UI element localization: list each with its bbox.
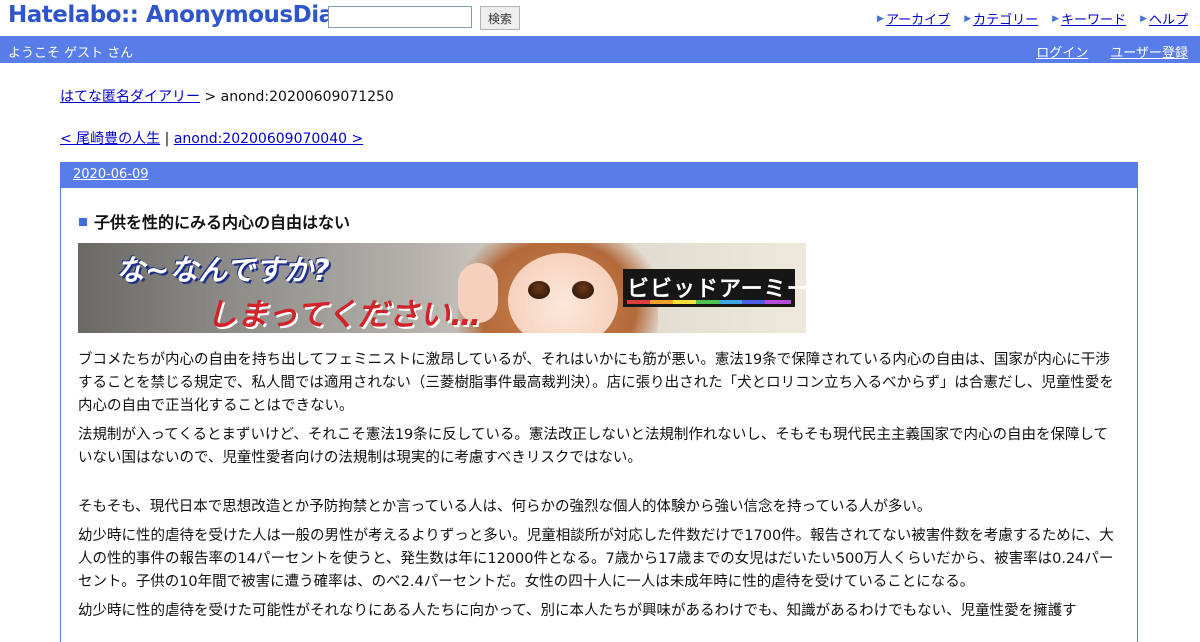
pager-separator: |: [164, 131, 170, 147]
top-header: Hatelabo:: AnonymousDiary 検索 ▶ アーカイブ ▶ カテゴ…: [0, 0, 1200, 36]
nav-archive-link[interactable]: アーカイブ: [886, 9, 950, 28]
banner-ad[interactable]: な~なんですか? しまってください… ビビッドアーミー: [78, 243, 806, 333]
user-bar: ようこそ ゲスト さん ログイン ユーザー登録: [0, 36, 1200, 63]
prev-entry-link[interactable]: < 尾崎豊の人生: [60, 131, 160, 147]
paragraph: ブコメたちが内心の自由を持ち出してフェミニストに激昂しているが、それはいかにも筋…: [78, 352, 1114, 414]
nav-category[interactable]: ▶ カテゴリー: [964, 9, 1038, 28]
user-links: ログイン ユーザー登録: [1036, 42, 1188, 61]
entry-body: ブコメたちが内心の自由を持ち出してフェミニストに激昂しているが、それはいかにも筋…: [78, 349, 1120, 629]
entry-date[interactable]: 2020-06-09: [73, 167, 149, 182]
site-logo[interactable]: Hatelabo:: AnonymousDiary: [8, 2, 359, 28]
paragraph: 法規制が入ってくるとまずいけど、それこそ憲法19条に反している。憲法改正しないと…: [78, 427, 1109, 466]
next-entry-link[interactable]: anond:20200609070040 >: [174, 131, 363, 147]
rainbow-stripe-icon: [627, 300, 791, 304]
banner-line-1: な~なんですか?: [116, 253, 330, 287]
welcome-text: ようこそ ゲスト さん: [8, 46, 134, 61]
breadcrumb-current: anond:20200609071250: [220, 89, 394, 105]
nav-archive[interactable]: ▶ アーカイブ: [877, 9, 950, 28]
triangle-right-icon: ▶: [877, 13, 884, 24]
entry-title: 子供を性的にみる内心の自由はない: [79, 209, 350, 233]
nav-category-link[interactable]: カテゴリー: [973, 9, 1038, 28]
triangle-right-icon: ▶: [1052, 13, 1060, 24]
nav-help[interactable]: ▶ ヘルプ: [1140, 9, 1188, 28]
paragraph: 幼少時に性的虐待を受けた人は一般の男性が考えるよりずっと多い。児童相談所が対応し…: [78, 528, 1114, 590]
search-button[interactable]: 検索: [480, 6, 520, 30]
register-link[interactable]: ユーザー登録: [1110, 42, 1188, 61]
entry-pager: < 尾崎豊の人生 | anond:20200609070040 >: [60, 128, 363, 148]
banner-line-2: しまってください…: [206, 297, 482, 333]
date-header: 2020-06-09: [61, 163, 1137, 188]
triangle-right-icon: ▶: [964, 13, 972, 24]
banner-logo: ビビッドアーミー: [623, 269, 806, 307]
nav-keyword[interactable]: ▶ キーワード: [1052, 9, 1126, 28]
eye-shape: [528, 281, 550, 299]
paragraph: そもそも、現代日本で思想改造とか予防拘禁とか言っている人は、何らかの強烈な個人的…: [78, 499, 932, 515]
login-link[interactable]: ログイン: [1036, 42, 1088, 61]
nav-keyword-link[interactable]: キーワード: [1061, 9, 1126, 28]
search-input[interactable]: [328, 6, 472, 28]
square-bullet-icon[interactable]: [79, 218, 87, 226]
eye-shape: [572, 281, 594, 299]
entry-title-text: 子供を性的にみる内心の自由はない: [94, 213, 351, 232]
breadcrumb-home-link[interactable]: はてな匿名ダイアリー: [60, 89, 200, 105]
breadcrumb-separator: >: [204, 89, 217, 105]
diary-section: 2020-06-09 子供を性的にみる内心の自由はない な~なんですか? しまっ…: [60, 162, 1138, 642]
nav-help-link[interactable]: ヘルプ: [1149, 9, 1188, 28]
triangle-right-icon: ▶: [1140, 13, 1147, 24]
banner-logo-text: ビビッドアーミー: [627, 277, 806, 302]
breadcrumb: はてな匿名ダイアリー > anond:20200609071250: [60, 86, 394, 106]
paragraph: 幼少時に性的虐待を受けた可能性がそれなりにある人たちに向かって、別に本人たちが興…: [78, 603, 1077, 619]
top-nav: ▶ アーカイブ ▶ カテゴリー ▶ キーワード ▶ ヘルプ: [877, 9, 1188, 28]
